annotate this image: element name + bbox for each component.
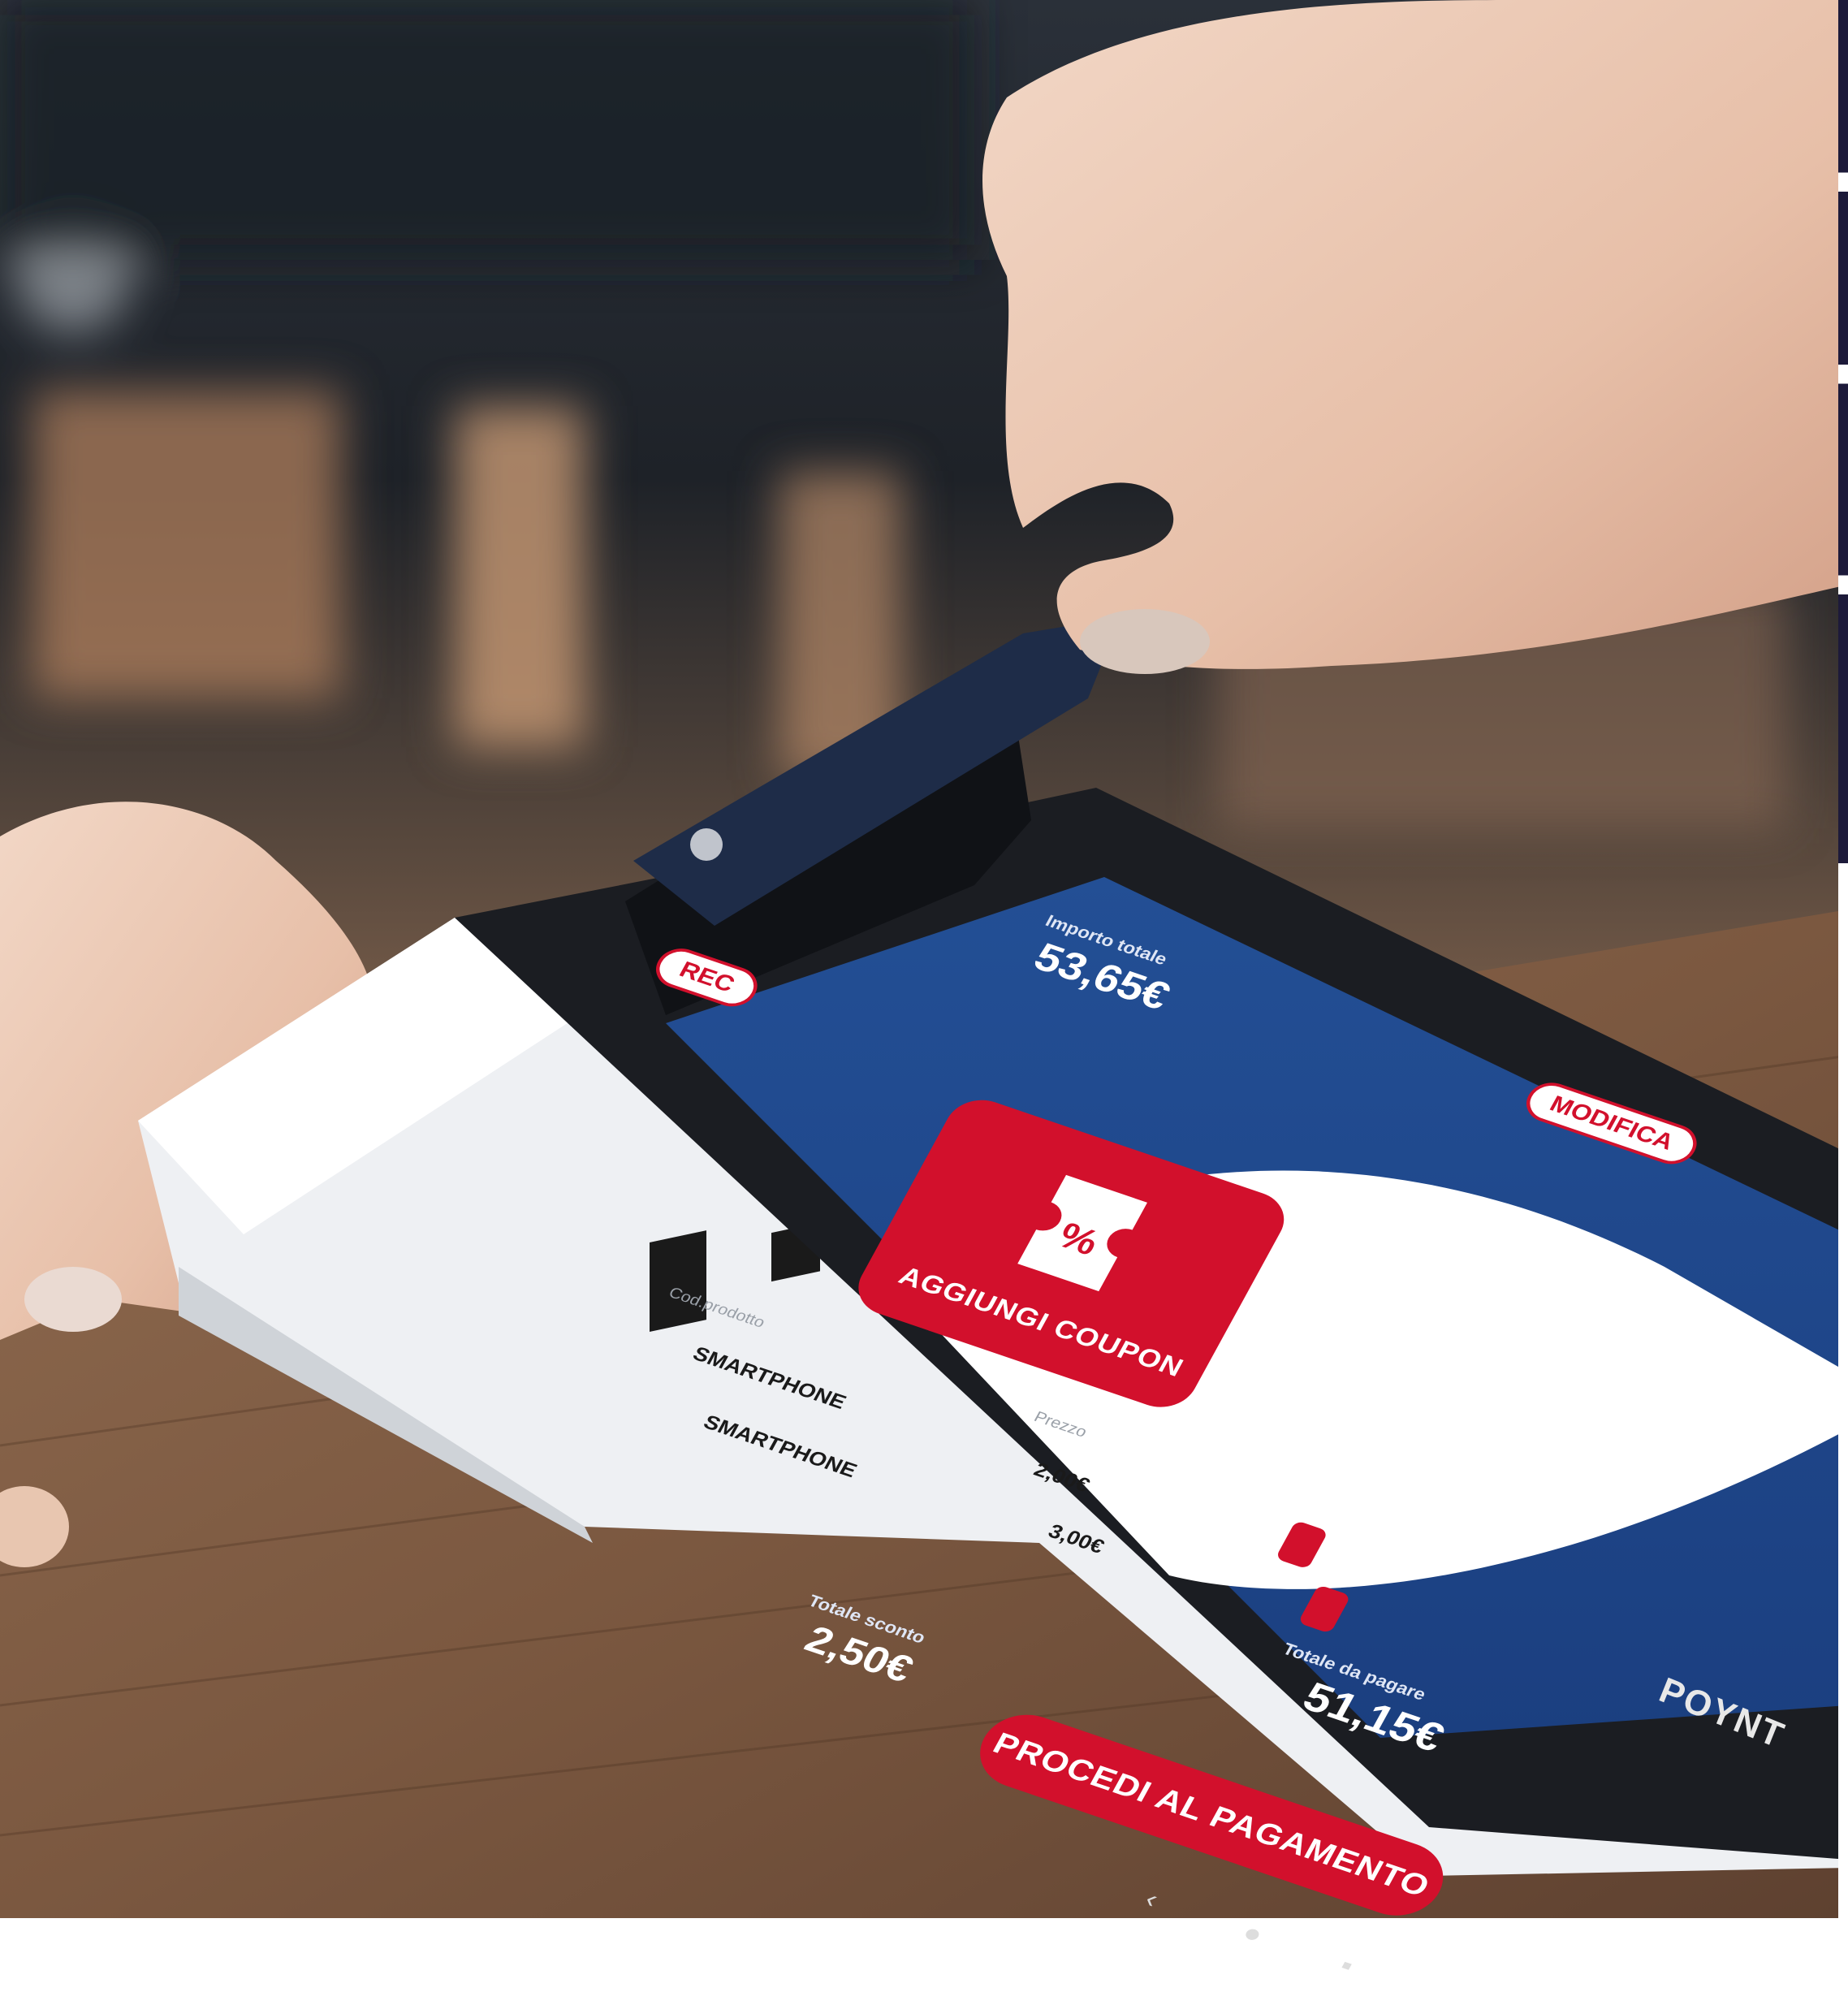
thumbnail	[1080, 609, 1210, 674]
recents-nav-icon[interactable]: ▪	[1335, 1951, 1359, 1981]
header-price: Prezzo	[1030, 1408, 1090, 1441]
item-price-2: 3,00€	[1044, 1519, 1109, 1558]
fingernail	[24, 1267, 122, 1332]
coupon-ticket-icon: %	[1017, 1174, 1147, 1292]
rec-badge[interactable]: REC	[648, 942, 766, 1013]
card-chip	[690, 828, 723, 861]
right-edge-strip	[1838, 0, 1848, 1918]
photo-scene: REC MODIFICA Importo totale 53,65€ % AGG…	[0, 0, 1848, 1980]
header-product: Cod.prodotto	[665, 1284, 768, 1332]
item-price-1: 2,00€	[1030, 1458, 1095, 1497]
delete-item-1-icon[interactable]	[1275, 1520, 1329, 1570]
item-name-1: SMARTPHONE	[689, 1342, 851, 1414]
delete-item-2-icon[interactable]	[1297, 1584, 1351, 1634]
home-nav-icon[interactable]: ●	[1237, 1918, 1268, 1951]
right-hand	[982, 0, 1848, 669]
add-coupon-button[interactable]: % AGGIUNGI COUPON	[847, 1091, 1296, 1416]
item-name-2: SMARTPHONE	[699, 1410, 861, 1482]
